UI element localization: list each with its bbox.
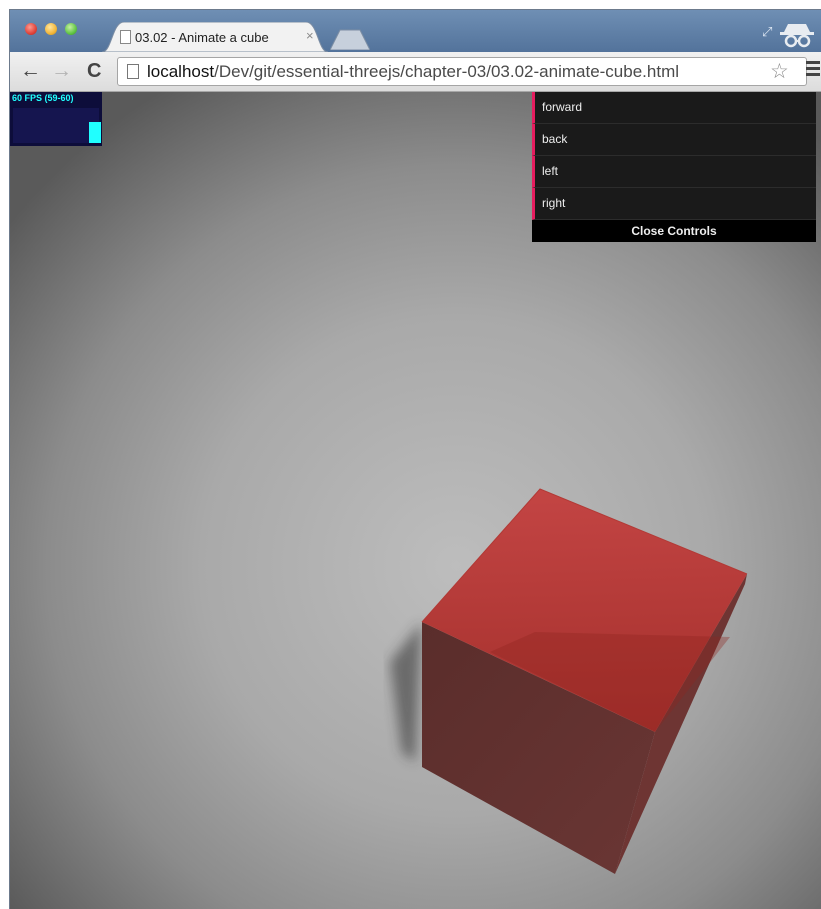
gui-item-back[interactable]: back [532,124,816,156]
gui-item-left[interactable]: left [532,156,816,188]
menu-icon[interactable] [806,61,820,79]
tab-close-icon[interactable]: × [306,28,314,43]
page-icon [127,64,139,79]
url-path: /Dev/git/essential-threejs/chapter-03/03… [214,62,680,81]
fps-stats-panel[interactable]: 60 FPS (59-60) [10,92,102,146]
close-window-button[interactable] [25,23,37,35]
close-controls-button[interactable]: Close Controls [532,220,816,242]
url-host: localhost [147,62,215,81]
dat-gui-panel: forward back left right Close Controls [532,92,816,242]
url-text[interactable]: localhost/Dev/git/essential-threejs/chap… [147,62,679,82]
fps-graph [13,108,101,143]
title-bar: 03.02 - Animate a cube × ⤢ [10,10,821,52]
bookmark-star-icon[interactable]: ☆ [770,59,789,84]
webgl-viewport[interactable]: 60 FPS (59-60) forward back left right C… [10,92,821,909]
incognito-icon [780,24,814,48]
address-bar[interactable]: localhost/Dev/git/essential-threejs/chap… [117,57,807,86]
zoom-window-button[interactable] [65,23,77,35]
minimize-window-button[interactable] [45,23,57,35]
cube-shadow [390,622,422,762]
tab-title: 03.02 - Animate a cube [135,30,269,45]
gui-item-forward[interactable]: forward [532,92,816,124]
back-arrow-icon[interactable]: ← [20,59,41,83]
gui-item-right[interactable]: right [532,188,816,220]
fps-readout: 60 FPS (59-60) [12,93,74,103]
reload-icon[interactable]: C [87,59,101,83]
browser-window: 03.02 - Animate a cube × ⤢ ← → C localho… [10,10,821,909]
fullscreen-icon[interactable]: ⤢ [762,24,772,40]
page-icon [120,30,131,44]
forward-arrow-icon[interactable]: → [51,59,72,83]
browser-toolbar: ← → C localhost/Dev/git/essential-threej… [10,52,821,92]
fps-bar [89,122,101,143]
new-tab-button[interactable] [330,28,370,50]
browser-tab[interactable]: 03.02 - Animate a cube × [102,22,328,52]
